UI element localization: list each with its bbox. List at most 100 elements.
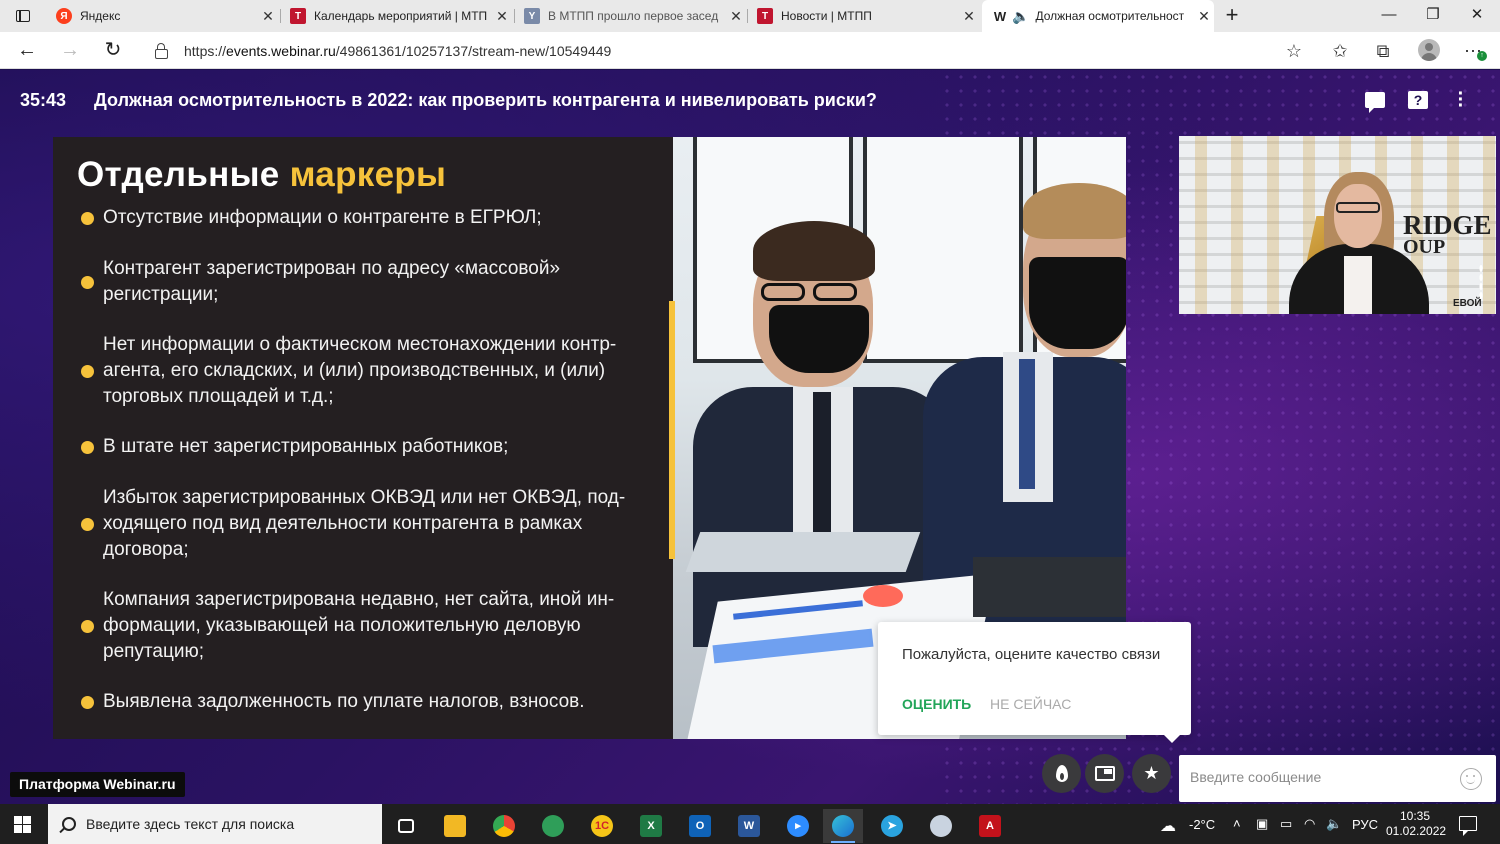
webcam-backdrop-caption: ЕВОЙ (1453, 298, 1482, 309)
person-left-tie (813, 392, 831, 542)
task-view-icon (398, 819, 414, 833)
taskbar-edge[interactable] (823, 809, 863, 843)
tab-close-icon[interactable]: ✕ (726, 8, 746, 25)
browser-toolbar: ← → ↻ https://events.webinar.ru/49861361… (0, 32, 1500, 69)
slide-bullet: Отсутствие информации о контрагенте в ЕГ… (81, 205, 661, 231)
update-badge-icon: ↑ (1477, 51, 1487, 61)
windows-start-icon[interactable] (14, 816, 31, 833)
taskbar-outlook[interactable]: O (680, 809, 720, 843)
taskbar-telegram[interactable]: ➤ (872, 809, 912, 843)
connection-rating-popup: Пожалуйста, оцените качество связи ОЦЕНИ… (878, 622, 1191, 743)
url-text: https://events.webinar.ru/49861361/10257… (184, 43, 611, 59)
platform-badge[interactable]: Платформа Webinar.ru (10, 772, 185, 797)
chat-message-box (1179, 755, 1496, 802)
address-bar[interactable]: https://events.webinar.ru/49861361/10257… (140, 36, 1316, 65)
task-view-button[interactable] (386, 809, 426, 843)
tray-chevron-icon[interactable]: ˄ (1233, 816, 1241, 831)
taskbar-snip[interactable] (921, 809, 961, 843)
bullet-text: Контрагент зарегистрирован по адресу «ма… (103, 258, 561, 305)
layout-toggle-button[interactable] (1085, 754, 1124, 793)
reload-button[interactable]: ↻ (99, 36, 127, 64)
speaker-webcam[interactable]: RIDGE OUP ЕВОЙ (1179, 136, 1496, 314)
input-language[interactable]: РУС (1352, 817, 1378, 832)
taskbar-clock[interactable]: 10:35 01.02.2022 (1386, 809, 1446, 839)
forward-button[interactable]: → (56, 36, 84, 64)
rate-star-button[interactable]: ★ (1132, 754, 1171, 793)
browser-tab-strip: Я Яндекс ✕ T Календарь мероприятий | МТП… (0, 0, 1500, 32)
back-button[interactable]: ← (13, 36, 41, 64)
1c-icon: 1С (591, 815, 613, 837)
outlook-icon: O (689, 815, 711, 837)
speaker-face (1334, 184, 1382, 248)
tab-actions-button[interactable] (0, 0, 46, 32)
emoji-icon[interactable] (1460, 768, 1482, 790)
bullet-text: Выявлена задолженность по уплате налогов… (103, 691, 585, 712)
speaker-glasses (1336, 202, 1380, 213)
person-left-glasses (813, 283, 857, 301)
reaction-button[interactable] (1042, 754, 1081, 793)
temperature[interactable]: -2°C (1189, 817, 1215, 832)
chat-message-input[interactable] (1190, 769, 1440, 785)
rate-button[interactable]: ОЦЕНИТЬ (902, 696, 971, 712)
taskbar-globe-app[interactable] (533, 809, 573, 843)
taskbar-acrobat[interactable]: A (970, 809, 1010, 843)
profile-avatar[interactable] (1418, 39, 1440, 61)
vertical-dots-icon: · · · (1457, 83, 1465, 117)
mtpp-news-favicon-icon: Y (524, 8, 540, 24)
tray-app-icon[interactable]: ▣ (1256, 816, 1268, 832)
slide-accent-bar (669, 301, 675, 559)
minimize-button[interactable]: — (1366, 0, 1412, 32)
person-right-tie (1019, 359, 1035, 489)
taskbar-1c[interactable]: 1С (582, 809, 622, 843)
slide-heading-accent: маркеры (289, 155, 447, 194)
webcam-menu-icon[interactable] (1479, 264, 1483, 300)
tab-title: Календарь мероприятий | МТП (314, 9, 488, 23)
clock-time: 10:35 (1399, 809, 1431, 823)
restore-button[interactable]: ❐ (1410, 0, 1456, 32)
tab-mtpp-news[interactable]: T Новости | МТПП ✕ (747, 0, 979, 32)
battery-icon[interactable]: ▭ (1280, 816, 1292, 832)
yandex-favicon-icon: Я (56, 8, 72, 24)
laptop (973, 557, 1126, 617)
taskbar-zoom[interactable]: ▸ (778, 809, 818, 843)
tab-yandex[interactable]: Я Яндекс ✕ (46, 0, 278, 32)
chrome-icon (493, 815, 515, 837)
acrobat-icon: A (979, 815, 1001, 837)
tab-mtpp-meeting[interactable]: Y В МТПП прошло первое засед ✕ (514, 0, 746, 32)
slide-bullet: Компания зарегистрирована недавно, нет с… (81, 587, 661, 665)
taskbar-chrome[interactable] (484, 809, 524, 843)
speaker-audio-icon[interactable]: 🔈 (1012, 8, 1029, 25)
person-left-hair (753, 221, 875, 281)
weather-cloud-icon[interactable]: ☁ (1160, 816, 1176, 836)
taskbar-search[interactable]: Введите здесь текст для поиска (48, 804, 382, 844)
add-favorite-icon[interactable]: ☆ (1279, 36, 1309, 66)
taskbar-search-placeholder: Введите здесь текст для поиска (86, 816, 295, 832)
zoom-icon: ▸ (787, 815, 809, 837)
chat-toggle-button[interactable] (1361, 86, 1389, 114)
taskbar-explorer[interactable] (435, 809, 475, 843)
tab-close-icon[interactable]: ✕ (959, 8, 979, 25)
tab-mtpp-calendar[interactable]: T Календарь мероприятий | МТП ✕ (280, 0, 512, 32)
tab-close-icon[interactable]: ✕ (258, 8, 278, 25)
slide-bullet: Выявлена задолженность по уплате налогов… (81, 689, 661, 715)
collections-icon[interactable]: ⧉ (1368, 36, 1398, 66)
taskbar-excel[interactable]: X (631, 809, 671, 843)
volume-icon[interactable]: 🔈 (1326, 816, 1342, 832)
new-tab-button[interactable]: + (1220, 4, 1244, 28)
lock-icon[interactable] (154, 42, 168, 59)
more-menu-button[interactable]: · · · (1447, 83, 1475, 117)
tab-close-icon[interactable]: ✕ (1194, 8, 1214, 25)
favorites-icon[interactable]: ✩ (1325, 36, 1355, 66)
stream-title: Должная осмотрительность в 2022: как про… (94, 90, 877, 110)
not-now-button[interactable]: НЕ СЕЙЧАС (990, 696, 1071, 712)
wifi-icon[interactable]: ◠ (1304, 816, 1315, 832)
bullet-text: Отсутствие информации о контрагенте в ЕГ… (103, 207, 542, 228)
tab-webinar-active[interactable]: W 🔈 Должная осмотрительност ✕ (982, 0, 1214, 32)
tab-close-icon[interactable]: ✕ (492, 8, 512, 25)
notification-center-icon[interactable] (1459, 816, 1477, 836)
mtpp-favicon-icon: T (290, 8, 306, 24)
close-window-button[interactable]: ✕ (1454, 0, 1500, 32)
globe-icon (542, 815, 564, 837)
taskbar-word[interactable]: W (729, 809, 769, 843)
questions-button[interactable]: ? (1404, 86, 1432, 114)
